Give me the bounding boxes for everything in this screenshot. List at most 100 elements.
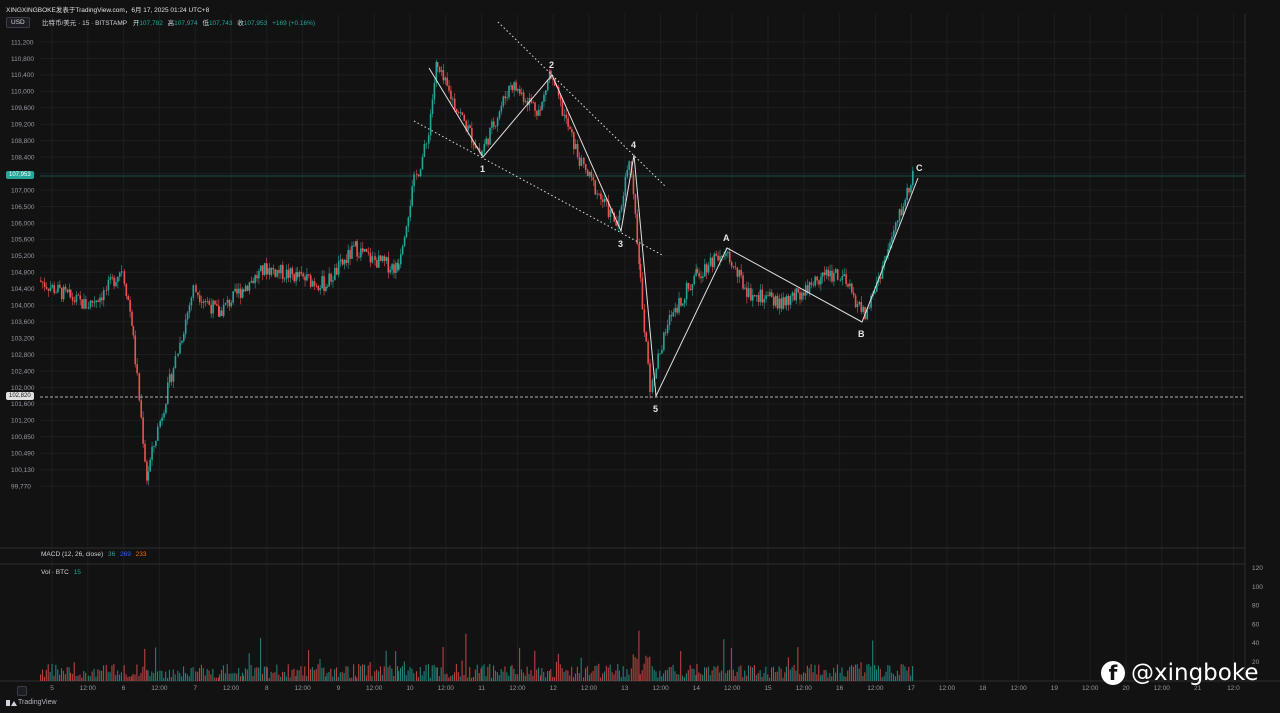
volume-bar — [782, 677, 784, 681]
volume-bar — [814, 664, 816, 681]
volume-bar — [341, 671, 343, 681]
volume-bar — [138, 675, 140, 681]
collapse-panel-button[interactable] — [17, 686, 27, 696]
candle-body — [248, 282, 251, 291]
volume-bar — [238, 668, 240, 681]
candle-body — [545, 90, 547, 95]
candle-body — [326, 286, 329, 288]
elliott-wave-line[interactable] — [428, 67, 919, 398]
candle-body — [651, 380, 654, 393]
volume-bar — [611, 672, 613, 681]
volume-bar — [146, 669, 148, 681]
channel-lower-trendline[interactable] — [413, 120, 665, 257]
volume-bar — [417, 677, 419, 681]
macd-value-3: 233 — [135, 551, 147, 558]
candle-body — [693, 275, 696, 284]
volume-bar — [448, 677, 450, 681]
volume-bar — [274, 672, 276, 681]
wave-label-b: B — [858, 329, 865, 339]
volume-bar — [753, 664, 755, 681]
candle-body — [250, 280, 253, 283]
candle-body — [210, 304, 212, 314]
volume-bar — [791, 667, 793, 681]
candle-body — [287, 269, 290, 278]
volume-bar — [399, 667, 402, 681]
volume-bar — [513, 668, 515, 681]
candle-body — [308, 274, 310, 276]
volume-bar — [222, 665, 224, 681]
volume-bar — [502, 671, 504, 681]
candle-body — [511, 85, 514, 91]
candle-body — [165, 403, 167, 414]
volume-bar — [60, 668, 63, 681]
currency-button[interactable]: USD — [6, 17, 30, 28]
chart-canvas[interactable]: 1 2 3 4 5 A B C 111,200 110,800 110,400 110… — [0, 0, 1280, 713]
volume-legend[interactable]: Vol · BTC 15 — [41, 569, 81, 576]
volume-bar — [845, 676, 847, 681]
candle-body — [360, 248, 362, 258]
candle-body — [208, 300, 211, 305]
candle-body — [433, 82, 436, 100]
volume-bar — [411, 668, 413, 681]
candle-body — [242, 289, 245, 292]
candle-body — [696, 269, 698, 273]
volume-bar — [263, 666, 265, 681]
wave-label-c: C — [916, 163, 923, 173]
volume-bar — [583, 677, 585, 681]
time-axis[interactable]: 5 12:00 6 12:00 7 12:00 8 12:00 9 12:00 10 12:00 11 1… — [50, 685, 1240, 692]
price-tick-label: 103,200 — [11, 335, 35, 342]
change-value: +169 (+0.16%) — [272, 20, 316, 27]
price-tick-label: 104,800 — [11, 270, 35, 277]
candle-body — [546, 80, 549, 91]
volume-bar — [208, 670, 210, 681]
candle-body — [125, 283, 128, 297]
wave-label-a: A — [723, 233, 730, 243]
price-tick-label: 100,490 — [11, 451, 35, 458]
candle-body — [351, 245, 353, 259]
time-tick-label: 12:00 — [652, 685, 669, 692]
candle-body — [69, 289, 72, 298]
volume-bar — [532, 675, 534, 681]
candle-body — [491, 121, 493, 128]
volume-bar — [371, 675, 373, 681]
macd-legend[interactable]: MACD (12, 26, close) 36 269 233 — [41, 551, 147, 558]
candle-body — [300, 272, 303, 274]
candle-body — [378, 255, 380, 268]
volume-bar — [389, 665, 391, 681]
volume-bar — [639, 674, 641, 681]
candle-body — [206, 300, 209, 302]
candle-body — [728, 251, 731, 263]
volume-bar — [395, 651, 397, 681]
symbol-name[interactable]: 比特币/美元 · 15 · BITSTAMP — [42, 20, 127, 27]
volume-bar — [744, 670, 746, 681]
volume-bar — [459, 676, 461, 681]
price-tick-label: 110,400 — [11, 72, 34, 79]
candle-body — [634, 194, 637, 214]
candle-body — [453, 98, 456, 109]
candle-body — [900, 209, 903, 216]
candle-body — [543, 94, 545, 102]
candle-body — [609, 209, 612, 217]
volume-bar — [594, 666, 596, 681]
candle-body — [452, 98, 454, 100]
candle-body — [522, 92, 525, 102]
volume-bar — [232, 673, 234, 681]
volume-bar — [561, 668, 563, 681]
candle-body — [155, 440, 157, 446]
candle-body — [113, 277, 115, 287]
candle-body — [411, 186, 413, 206]
volume-bar — [376, 669, 378, 681]
price-axis[interactable]: 111,200 110,800 110,400 110,000 109,600 109,2… — [11, 39, 35, 490]
candle-body — [541, 101, 543, 110]
volume-bar — [123, 665, 125, 681]
candle-body — [702, 276, 704, 279]
volume-bar — [45, 669, 47, 681]
volume-bar — [413, 673, 415, 681]
close-value: 107,953 — [243, 20, 268, 27]
volume-bar — [332, 676, 334, 681]
price-tick-label: 111,200 — [11, 39, 34, 46]
volume-bar — [89, 676, 91, 681]
volume-bar — [847, 670, 849, 681]
volume-bar — [300, 666, 302, 681]
candle-body — [719, 256, 721, 261]
